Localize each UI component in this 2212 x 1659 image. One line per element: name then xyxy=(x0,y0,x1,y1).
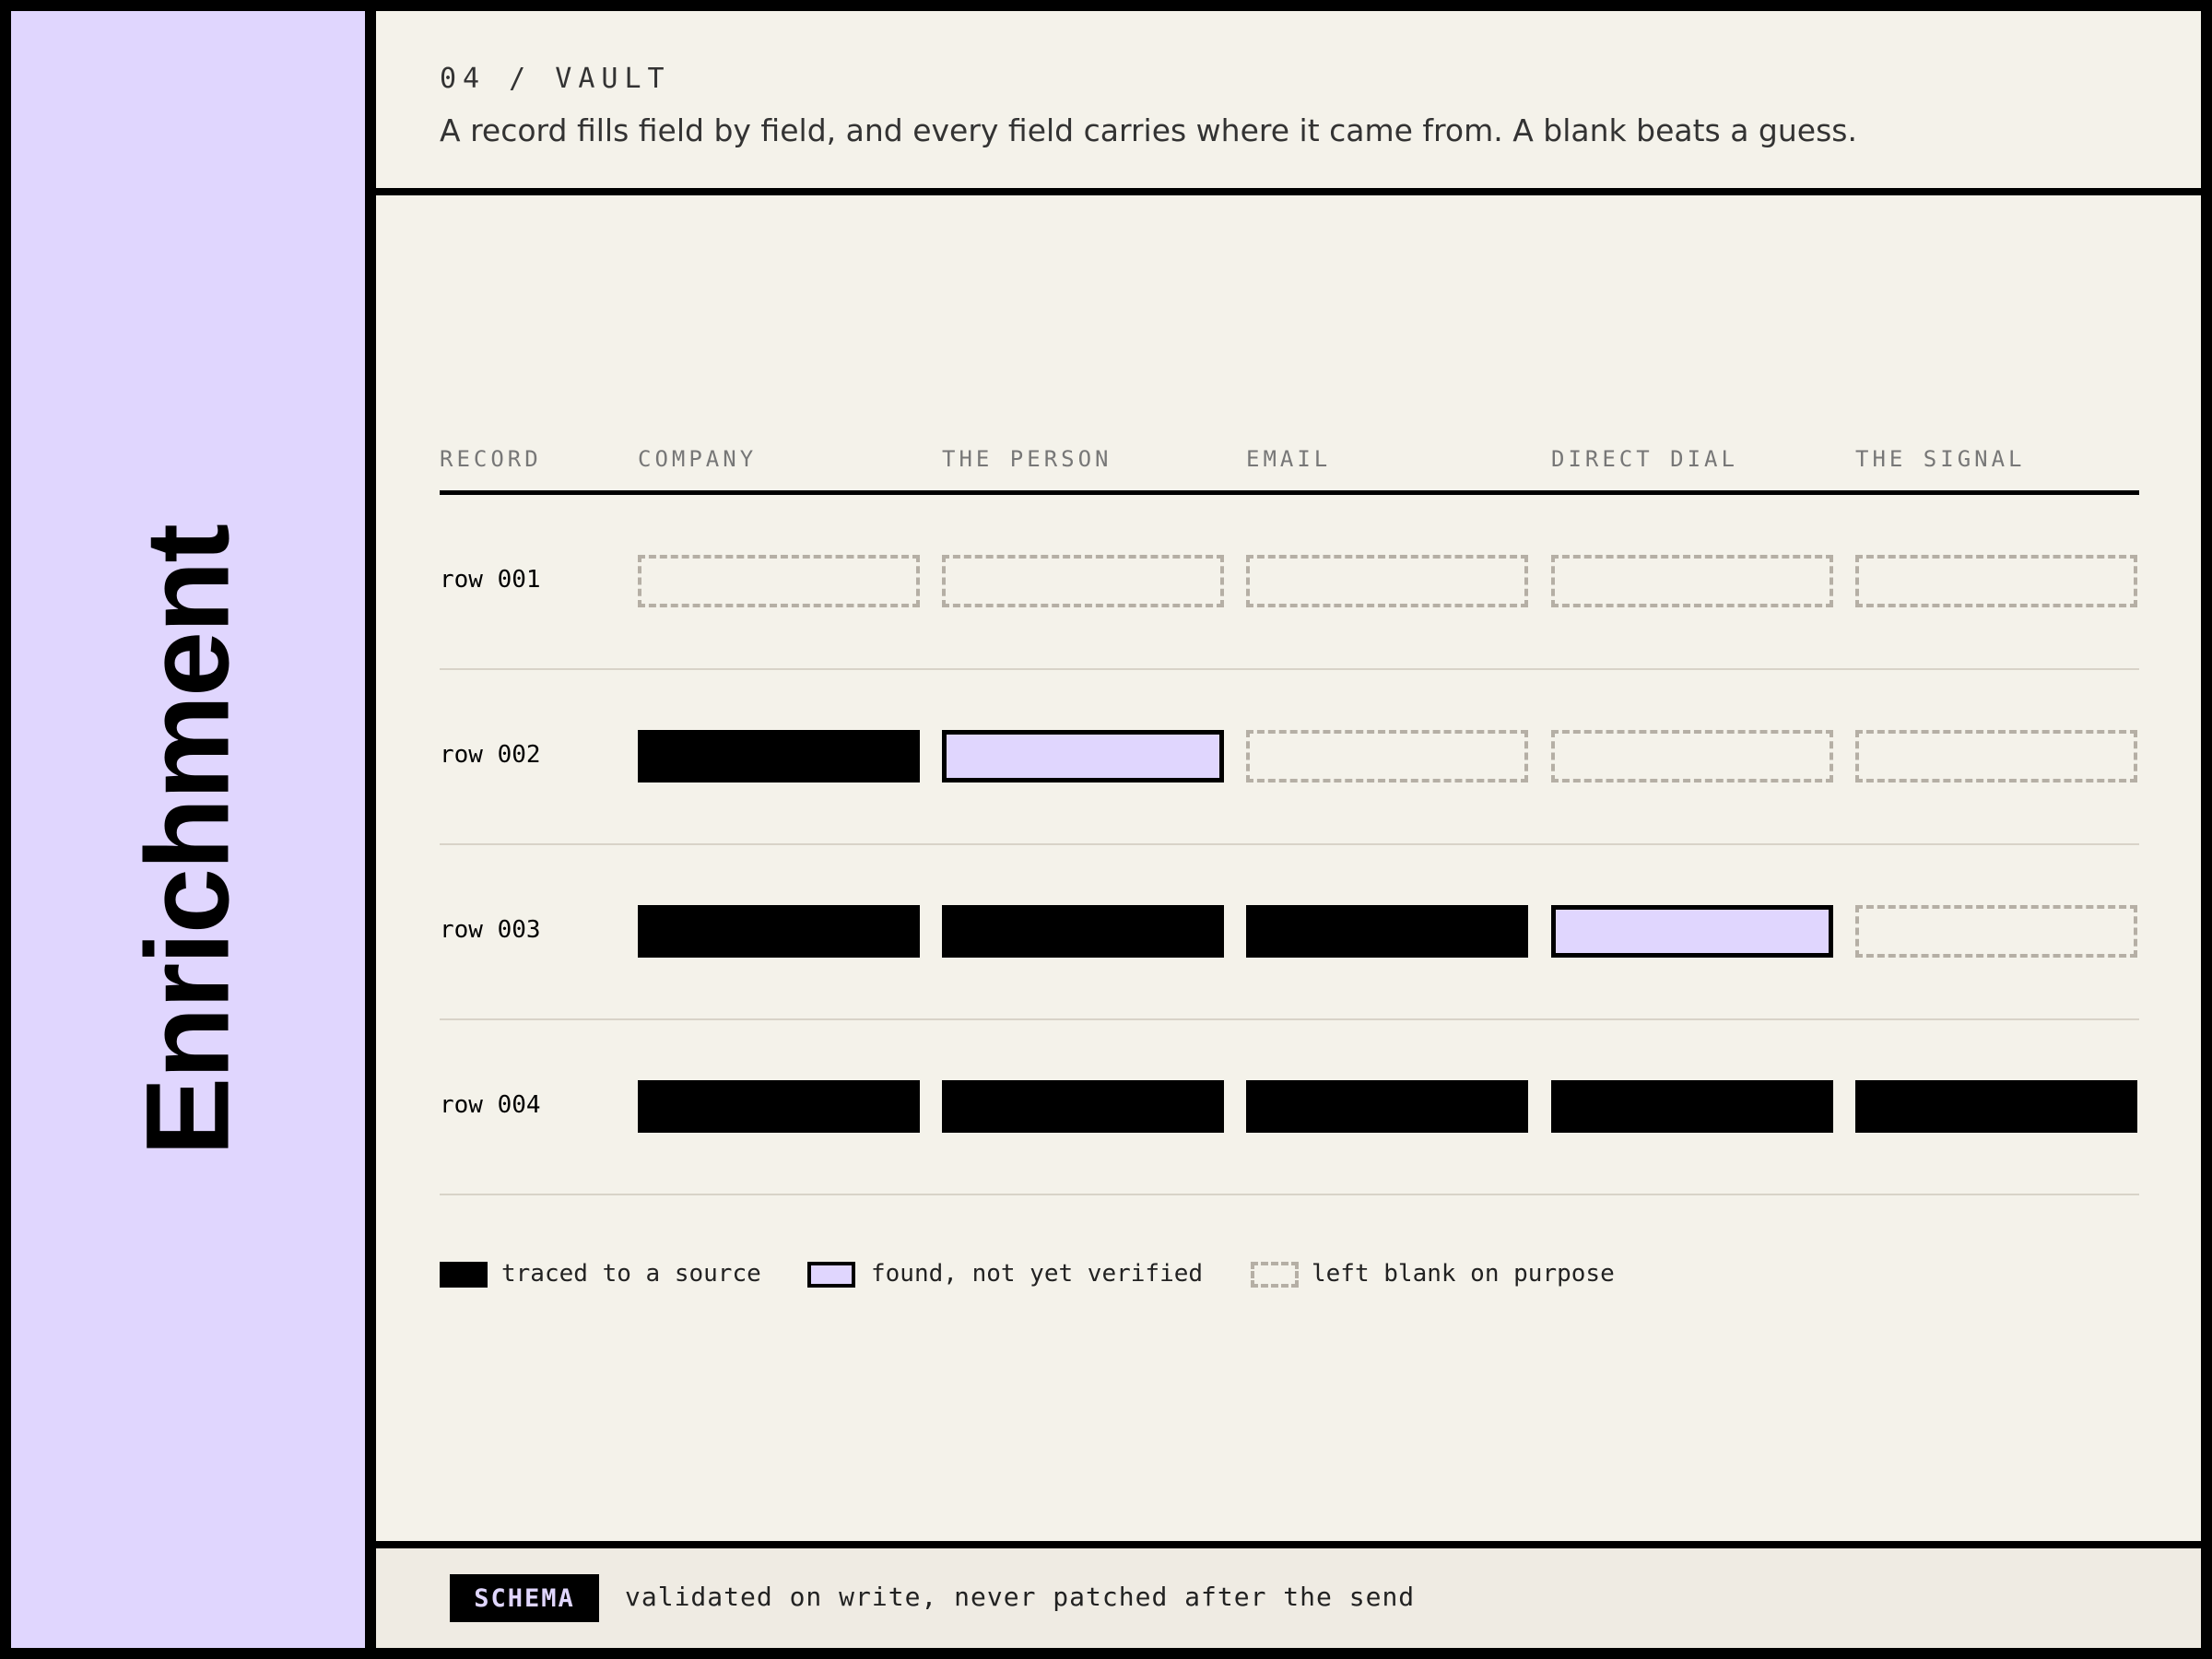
legend-label-found: found, not yet verified xyxy=(871,1260,1204,1288)
field-cell-traced xyxy=(1855,1080,2137,1133)
column-header-5: THE SIGNAL xyxy=(1855,446,2026,472)
field-cell-found xyxy=(942,730,1224,782)
sidebar: Enrichment xyxy=(11,11,365,1648)
legend-swatch-found xyxy=(807,1262,855,1288)
section-subtitle: A record fills field by field, and every… xyxy=(440,112,1857,148)
header: 04 / VAULT A record fills field by field… xyxy=(376,11,2201,188)
field-cell-blank xyxy=(638,555,920,607)
column-header-2: THE PERSON xyxy=(942,446,1112,472)
row-divider xyxy=(440,1194,2139,1195)
row-divider xyxy=(440,843,2139,845)
field-cell-traced xyxy=(638,905,920,958)
row-label: row 002 xyxy=(440,741,541,769)
header-rule xyxy=(440,490,2139,495)
sidebar-title: Enrichment xyxy=(122,524,254,1157)
field-cell-blank xyxy=(1855,555,2137,607)
row-label: row 001 xyxy=(440,566,541,594)
row-label: row 003 xyxy=(440,916,541,944)
field-cell-blank xyxy=(1855,905,2137,958)
legend-swatch-blank xyxy=(1251,1262,1299,1288)
legend-label-traced: traced to a source xyxy=(501,1260,761,1288)
footer-text: validated on write, never patched after … xyxy=(625,1582,1416,1612)
row-divider xyxy=(440,1018,2139,1020)
column-header-1: COMPANY xyxy=(638,446,758,472)
field-cell-traced xyxy=(1246,1080,1528,1133)
column-header-0: RECORD xyxy=(440,446,542,472)
field-cell-traced xyxy=(638,1080,920,1133)
footer: SCHEMA validated on write, never patched… xyxy=(376,1548,2201,1648)
section-eyebrow: 04 / VAULT xyxy=(440,63,671,95)
field-cell-found xyxy=(1551,905,1833,958)
legend-swatch-traced xyxy=(440,1262,488,1288)
legend-label-blank: left blank on purpose xyxy=(1312,1260,1615,1288)
field-cell-blank xyxy=(1551,730,1833,782)
field-cell-traced xyxy=(942,1080,1224,1133)
field-cell-blank xyxy=(1855,730,2137,782)
page-frame: Enrichment 04 / VAULT A record fills fie… xyxy=(0,0,2212,1659)
field-cell-traced xyxy=(638,730,920,782)
field-cell-traced xyxy=(1246,905,1528,958)
field-cell-traced xyxy=(942,905,1224,958)
row-divider xyxy=(440,668,2139,670)
field-cell-blank xyxy=(1551,555,1833,607)
column-header-3: EMAIL xyxy=(1246,446,1332,472)
column-header-4: DIRECT DIAL xyxy=(1551,446,1738,472)
row-label: row 004 xyxy=(440,1091,541,1119)
record-grid-panel: RECORD COMPANY THE PERSON EMAIL DIRECT DIAL T… xyxy=(376,195,2201,1541)
field-cell-traced xyxy=(1551,1080,1833,1133)
schema-tag: SCHEMA xyxy=(450,1574,599,1622)
field-cell-blank xyxy=(1246,555,1528,607)
field-cell-blank xyxy=(1246,730,1528,782)
field-cell-blank xyxy=(942,555,1224,607)
